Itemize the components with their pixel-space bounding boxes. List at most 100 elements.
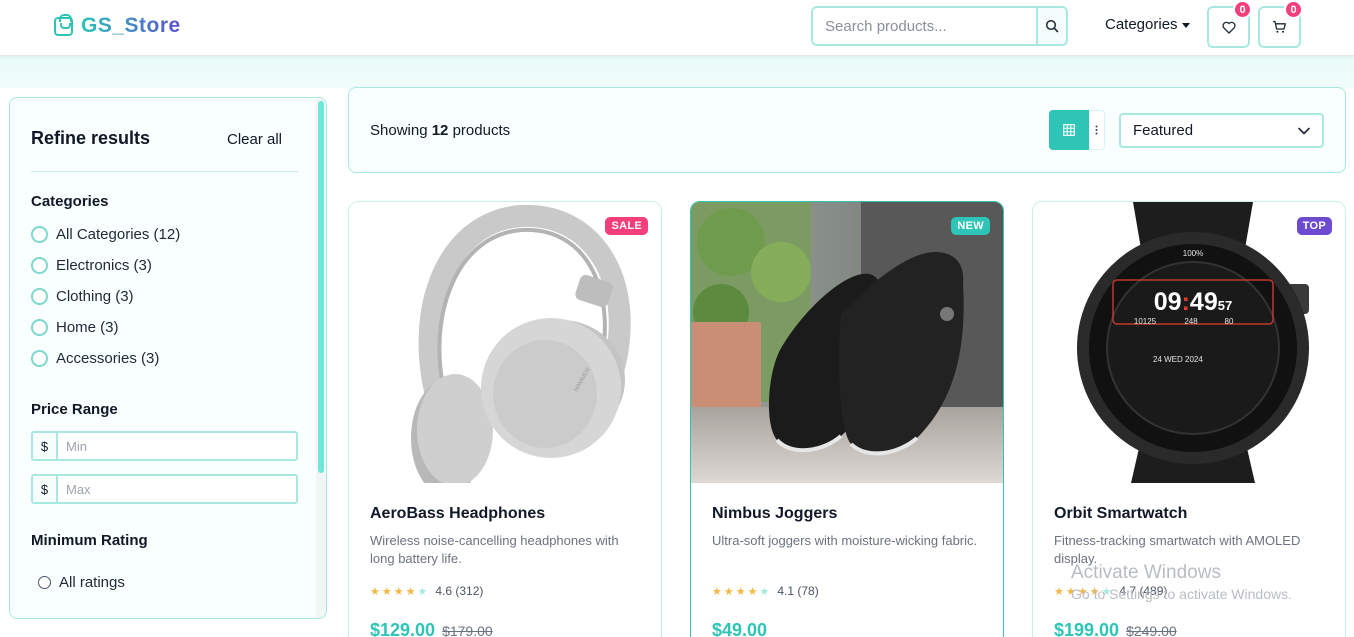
product-title[interactable]: AeroBass Headphones — [370, 505, 545, 523]
cart-button[interactable]: 0 — [1258, 0, 1303, 48]
product-price: $49.00 — [712, 620, 768, 637]
radio-button[interactable] — [31, 319, 48, 336]
category-option-clothing[interactable]: Clothing (3) — [31, 288, 134, 305]
category-label: Accessories (3) — [56, 350, 160, 367]
star-icon: ★ — [417, 585, 428, 598]
radio-button[interactable] — [31, 226, 48, 243]
showing-suffix: products — [452, 122, 511, 139]
star-icon: ★ — [1077, 585, 1088, 598]
product-rating: ★ ★ ★ ★ ★ 4.6 (312) — [370, 584, 483, 598]
product-description: Wireless noise-cancelling headphones wit… — [370, 533, 619, 566]
cart-icon — [1273, 20, 1286, 33]
star-icon: ★ — [405, 585, 416, 598]
cart-count-badge: 0 — [1284, 0, 1303, 19]
store-logo[interactable]: GS_Store — [54, 13, 181, 38]
product-description: Ultra-soft joggers with moisture-wicking… — [712, 533, 978, 548]
wishlist-button[interactable]: 0 — [1207, 0, 1252, 48]
list-icon — [1095, 125, 1098, 135]
product-title[interactable]: Nimbus Joggers — [712, 505, 837, 523]
watch-hour: 09 — [1154, 288, 1182, 316]
product-price: $199.00 — [1054, 620, 1120, 637]
category-label: Home (3) — [56, 319, 119, 336]
min-price-input[interactable] — [58, 433, 296, 459]
rating-text: 4.1 (78) — [777, 584, 819, 598]
category-label: Clothing (3) — [56, 288, 134, 305]
divider — [31, 171, 298, 172]
star-icon: ★ — [393, 585, 404, 598]
rating-text: 4.7 (489) — [1119, 584, 1168, 598]
product-image[interactable]: HAMMER — [349, 202, 661, 483]
star-icon: ★ — [1101, 585, 1112, 598]
caret-down-icon — [1181, 22, 1190, 28]
product-rating: ★ ★ ★ ★ ★ 4.1 (78) — [712, 584, 819, 598]
product-image[interactable]: 100% 09:4957 10125 248 80 24 WED 2024 — [1033, 202, 1345, 483]
list-view-button[interactable] — [1089, 110, 1105, 150]
radio-button[interactable] — [31, 350, 48, 367]
filter-sidebar: Refine results Clear all Categories All … — [9, 97, 327, 619]
grid-view-button[interactable] — [1049, 110, 1089, 150]
star-icon: ★ — [1065, 585, 1076, 598]
min-price-field: $ — [31, 431, 298, 461]
clear-all-button[interactable]: Clear all — [227, 131, 282, 148]
radio-button[interactable] — [38, 576, 51, 589]
original-price: $179.00 — [442, 623, 493, 637]
watch-date: 24 WED 2024 — [1153, 355, 1203, 364]
watch-heart: 80 — [1225, 317, 1234, 326]
watch-minute: 49 — [1190, 288, 1218, 316]
star-rating: ★ ★ ★ ★ ★ — [1054, 585, 1111, 598]
categories-heading: Categories — [31, 193, 109, 210]
currency-prefix: $ — [33, 476, 58, 502]
refine-title: Refine results — [31, 128, 151, 148]
radio-button[interactable] — [31, 288, 48, 305]
rating-text: 4.6 (312) — [435, 584, 484, 598]
search-input[interactable] — [813, 8, 1036, 44]
star-icon: ★ — [735, 585, 746, 598]
star-icon: ★ — [1089, 585, 1100, 598]
product-count: 12 — [431, 122, 449, 139]
star-rating: ★ ★ ★ ★ ★ — [370, 585, 427, 598]
star-icon: ★ — [1054, 585, 1064, 598]
rating-option-all[interactable]: All ratings — [38, 574, 125, 591]
rating-option-label: All ratings — [59, 574, 125, 591]
currency-prefix: $ — [33, 433, 58, 459]
grid-icon — [1063, 124, 1075, 136]
top-badge: TOP — [1296, 217, 1332, 235]
showing-prefix: Showing — [370, 122, 428, 139]
sidebar-scrollbar[interactable] — [318, 101, 324, 473]
product-rating: ★ ★ ★ ★ ★ 4.7 (489) — [1054, 584, 1167, 598]
watch-steps: 10125 — [1134, 317, 1157, 326]
results-toolbar: Showing 12 products Featured — [348, 87, 1346, 173]
star-icon: ★ — [712, 585, 722, 598]
product-image[interactable] — [691, 202, 1003, 483]
header-band — [0, 56, 1354, 88]
star-icon: ★ — [759, 585, 770, 598]
price-row: $49.00 — [712, 620, 767, 637]
minimum-rating-heading: Minimum Rating — [31, 532, 148, 549]
top-header: GS_Store Categories 0 0 — [0, 0, 1354, 56]
product-card[interactable]: 100% 09:4957 10125 248 80 24 WED 2024 TO… — [1032, 201, 1346, 637]
category-option-home[interactable]: Home (3) — [31, 319, 119, 336]
search-button[interactable] — [1036, 8, 1066, 44]
category-option-accessories[interactable]: Accessories (3) — [31, 350, 159, 367]
chevron-down-icon — [1298, 127, 1310, 134]
max-price-input[interactable] — [58, 476, 296, 502]
heart-icon — [1221, 21, 1236, 34]
product-description: Fitness-tracking smartwatch with AMOLED … — [1054, 533, 1301, 566]
star-icon: ★ — [723, 585, 734, 598]
categories-dropdown[interactable]: Categories — [1105, 16, 1190, 33]
original-price: $249.00 — [1126, 623, 1177, 637]
radio-button[interactable] — [31, 257, 48, 274]
product-card[interactable]: HAMMER SALE AeroBass Headphones Wireless… — [348, 201, 662, 637]
category-label: Electronics (3) — [56, 257, 152, 274]
sort-select[interactable]: Featured — [1119, 113, 1324, 148]
category-option-all[interactable]: All Categories (12) — [31, 226, 180, 243]
watch-battery: 100% — [1183, 249, 1203, 258]
search-icon — [1045, 19, 1059, 33]
star-icon: ★ — [747, 585, 758, 598]
price-row: $199.00 $249.00 — [1054, 620, 1177, 637]
product-title[interactable]: Orbit Smartwatch — [1054, 505, 1187, 523]
product-card[interactable]: NEW Nimbus Joggers Ultra-soft joggers wi… — [690, 201, 1004, 637]
star-icon: ★ — [370, 585, 380, 598]
category-option-electronics[interactable]: Electronics (3) — [31, 257, 152, 274]
watch-seconds: 57 — [1218, 298, 1232, 313]
